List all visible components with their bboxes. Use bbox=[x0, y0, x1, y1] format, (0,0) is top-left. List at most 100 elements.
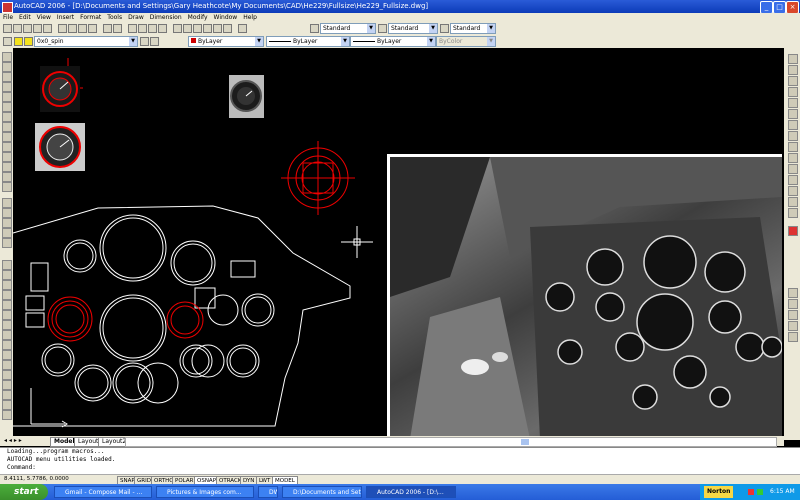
dim-diameter-icon[interactable] bbox=[788, 321, 798, 331]
help-icon[interactable] bbox=[238, 24, 247, 33]
center-snap-icon[interactable] bbox=[788, 109, 798, 119]
chamfer-icon[interactable] bbox=[2, 390, 12, 400]
paste-icon[interactable] bbox=[78, 24, 87, 33]
menu-draw[interactable]: Draw bbox=[125, 13, 147, 22]
polyline-icon[interactable] bbox=[2, 72, 12, 82]
make-block-icon[interactable] bbox=[2, 172, 12, 182]
menu-edit[interactable]: Edit bbox=[16, 13, 34, 22]
dim-aligned-icon[interactable] bbox=[788, 299, 798, 309]
array-icon[interactable] bbox=[2, 300, 12, 310]
clock[interactable]: 6:15 AM bbox=[770, 488, 795, 495]
extension-snap-icon[interactable] bbox=[788, 98, 798, 108]
new-icon[interactable] bbox=[3, 24, 12, 33]
midpoint-snap-icon[interactable] bbox=[788, 76, 798, 86]
ellipse-icon[interactable] bbox=[2, 142, 12, 152]
circle-icon[interactable] bbox=[2, 112, 12, 122]
scrollbar-thumb[interactable] bbox=[521, 439, 529, 445]
hatch-icon[interactable] bbox=[2, 198, 12, 208]
extend-icon[interactable] bbox=[2, 360, 12, 370]
command-window[interactable]: Loading...program macros... AUTOCAD menu… bbox=[0, 447, 800, 474]
lineweight-combo[interactable]: ByLayer ▼ bbox=[350, 36, 436, 47]
pan-icon[interactable] bbox=[128, 24, 137, 33]
arc-icon[interactable] bbox=[2, 102, 12, 112]
zoom-window-icon[interactable] bbox=[148, 24, 157, 33]
layer-previous-icon[interactable] bbox=[150, 37, 159, 46]
redo-icon[interactable] bbox=[113, 24, 122, 33]
menu-help[interactable]: Help bbox=[240, 13, 260, 22]
rotate-icon[interactable] bbox=[2, 320, 12, 330]
start-button[interactable]: start bbox=[0, 484, 48, 500]
parallel-snap-icon[interactable] bbox=[788, 153, 798, 163]
preview-icon[interactable] bbox=[43, 24, 52, 33]
design-center-icon[interactable] bbox=[183, 24, 192, 33]
menu-window[interactable]: Window bbox=[211, 13, 241, 22]
gradient-icon[interactable] bbox=[2, 208, 12, 218]
table-style-icon[interactable] bbox=[440, 24, 449, 33]
tray-icon[interactable] bbox=[757, 489, 763, 495]
none-snap-icon[interactable] bbox=[788, 197, 798, 207]
taskbar-item-dw[interactable]: DW... bbox=[258, 486, 278, 498]
zoom-realtime-icon[interactable] bbox=[138, 24, 147, 33]
drawing-canvas[interactable] bbox=[13, 48, 784, 436]
region-icon[interactable] bbox=[2, 218, 12, 228]
insert-block-icon[interactable] bbox=[2, 162, 12, 172]
cut-icon[interactable] bbox=[58, 24, 67, 33]
erase-icon[interactable] bbox=[2, 260, 12, 270]
fillet-icon[interactable] bbox=[2, 400, 12, 410]
match-properties-icon[interactable] bbox=[88, 24, 97, 33]
horizontal-scrollbar[interactable] bbox=[125, 437, 777, 447]
line-icon[interactable] bbox=[2, 52, 12, 62]
dim-angular-icon[interactable] bbox=[788, 332, 798, 342]
menu-tools[interactable]: Tools bbox=[104, 13, 125, 22]
point-icon[interactable] bbox=[2, 182, 12, 192]
command-prompt[interactable]: Command: bbox=[7, 464, 800, 472]
copy-object-icon[interactable] bbox=[2, 270, 12, 280]
sheet-set-icon[interactable] bbox=[203, 24, 212, 33]
layer-manager-icon[interactable] bbox=[3, 37, 12, 46]
move-icon[interactable] bbox=[2, 310, 12, 320]
osnap-settings-icon[interactable] bbox=[788, 208, 798, 218]
text-style-icon[interactable] bbox=[310, 24, 319, 33]
dim-style-icon[interactable] bbox=[378, 24, 387, 33]
tool-palettes-icon[interactable] bbox=[193, 24, 202, 33]
norton-badge[interactable]: Norton bbox=[704, 486, 734, 498]
copy-icon[interactable] bbox=[68, 24, 77, 33]
color-combo[interactable]: ByLayer ▼ bbox=[188, 36, 264, 47]
table-style-combo[interactable]: Standard ▼ bbox=[450, 23, 496, 34]
pencil-icon[interactable] bbox=[788, 226, 798, 236]
multiline-text-icon[interactable] bbox=[2, 238, 12, 248]
text-style-combo[interactable]: Standard ▼ bbox=[320, 23, 376, 34]
undo-icon[interactable] bbox=[103, 24, 112, 33]
properties-icon[interactable] bbox=[173, 24, 182, 33]
menu-insert[interactable]: Insert bbox=[54, 13, 77, 22]
perpendicular-snap-icon[interactable] bbox=[788, 142, 798, 152]
linetype-combo[interactable]: ByLayer ▼ bbox=[266, 36, 350, 47]
endpoint-snap-icon[interactable] bbox=[788, 65, 798, 75]
zoom-previous-icon[interactable] bbox=[158, 24, 167, 33]
taskbar-item-autocad[interactable]: AutoCAD 2006 - [D:\... bbox=[366, 486, 456, 498]
polygon-icon[interactable] bbox=[2, 82, 12, 92]
quadrant-snap-icon[interactable] bbox=[788, 120, 798, 130]
menu-view[interactable]: View bbox=[34, 13, 54, 22]
taskbar-item-pictures[interactable]: Pictures & Images com... bbox=[156, 486, 254, 498]
trim-icon[interactable] bbox=[2, 350, 12, 360]
construction-line-icon[interactable] bbox=[2, 62, 12, 72]
scale-icon[interactable] bbox=[2, 330, 12, 340]
autocad-app-icon[interactable] bbox=[2, 2, 13, 13]
calculator-icon[interactable] bbox=[223, 24, 232, 33]
table-icon[interactable] bbox=[2, 228, 12, 238]
menu-modify[interactable]: Modify bbox=[185, 13, 211, 22]
nearest-snap-icon[interactable] bbox=[788, 186, 798, 196]
explode-icon[interactable] bbox=[2, 410, 12, 420]
stretch-icon[interactable] bbox=[2, 340, 12, 350]
intersection-snap-icon[interactable] bbox=[788, 87, 798, 97]
menu-format[interactable]: Format bbox=[77, 13, 104, 22]
node-snap-icon[interactable] bbox=[788, 175, 798, 185]
make-current-icon[interactable] bbox=[140, 37, 149, 46]
dim-radius-icon[interactable] bbox=[788, 310, 798, 320]
menu-file[interactable]: File bbox=[0, 13, 16, 22]
spline-icon[interactable] bbox=[2, 132, 12, 142]
break-icon[interactable] bbox=[2, 370, 12, 380]
menu-dimension[interactable]: Dimension bbox=[147, 13, 185, 22]
snap-from-icon[interactable] bbox=[788, 54, 798, 64]
